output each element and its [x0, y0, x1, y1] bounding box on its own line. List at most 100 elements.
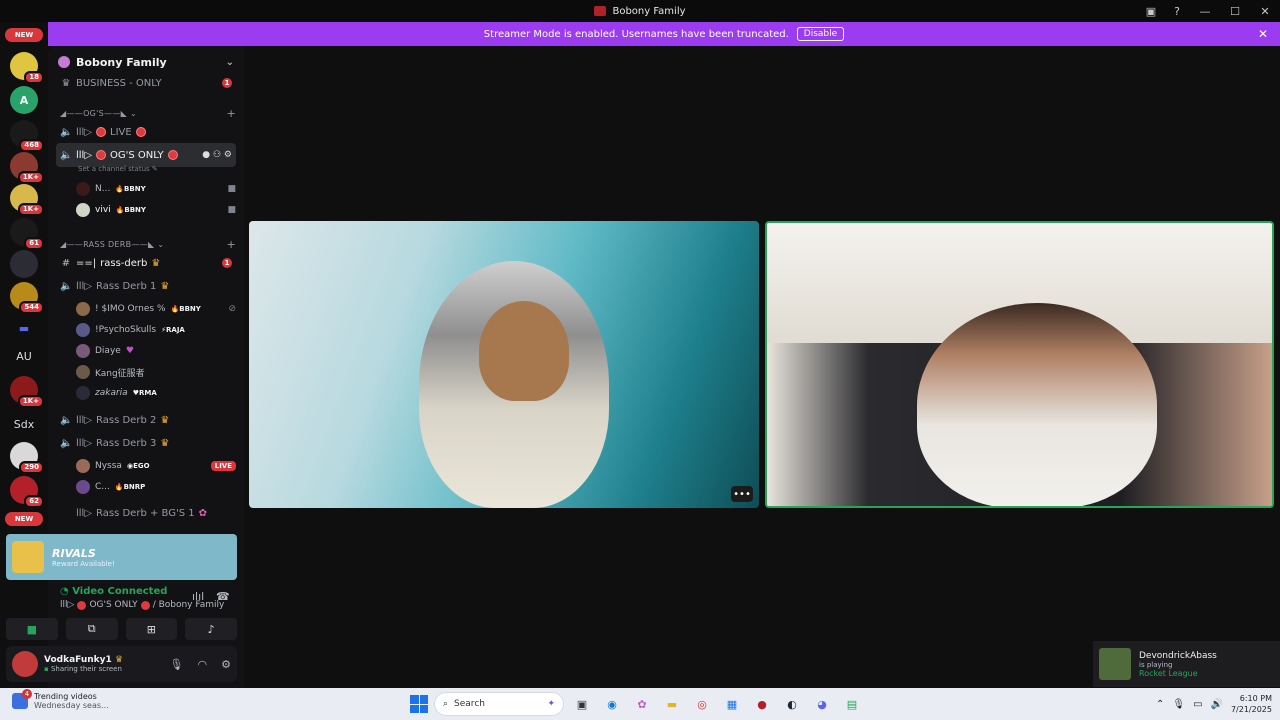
widgets-icon: 4: [12, 689, 32, 709]
voice-user[interactable]: N... 🔥BBNY ■: [76, 180, 236, 198]
chrome-icon[interactable]: ◎: [690, 692, 714, 716]
voice-connected-status[interactable]: ◔ Video Connected: [60, 586, 167, 597]
server-icon[interactable]: [10, 250, 38, 278]
server-icon[interactable]: 18: [10, 52, 44, 84]
folder-icon[interactable]: ▬: [10, 314, 38, 342]
settings-gear-icon[interactable]: ⚙: [221, 658, 231, 671]
more-options-button[interactable]: •••: [731, 486, 753, 502]
server-icon[interactable]: 1K+: [10, 152, 44, 184]
crown-icon: ♛: [151, 257, 161, 269]
server-icon[interactable]: 61: [10, 218, 44, 250]
inbox-icon[interactable]: ▣: [1138, 0, 1164, 22]
steam-icon[interactable]: ◐: [780, 692, 804, 716]
channel-rass-derb-3[interactable]: 🔈 lll▷ Rass Derb 3 ♛: [56, 434, 236, 452]
channel-business-only[interactable]: ♛ BUSINESS - ONLY 1: [56, 74, 236, 92]
video-tile-1[interactable]: •••: [249, 221, 759, 508]
server-icon: [58, 56, 70, 68]
red-dot-icon: [96, 150, 107, 160]
clock[interactable]: 6:10 PM 7/21/2025: [1231, 693, 1272, 715]
promo-title: RIVALS: [52, 546, 96, 560]
voice-user[interactable]: vivi 🔥BBNY ■: [76, 201, 236, 219]
close-banner-icon[interactable]: ✕: [1258, 27, 1268, 41]
channel-live[interactable]: 🔈 lll▷ LIVE: [56, 123, 236, 141]
store-icon[interactable]: ▦: [720, 692, 744, 716]
screen-share-button[interactable]: ⧉: [65, 618, 118, 640]
channel-actions: ● ⚇ ⚙: [202, 150, 232, 160]
voice-action-buttons: ■ ⧉ ⊞ ♪: [6, 618, 237, 640]
start-button[interactable]: [410, 695, 428, 713]
crown-icon: ♛: [61, 77, 71, 89]
soundboard-button[interactable]: ♪: [185, 618, 237, 640]
voice-user[interactable]: Diaye ♥: [76, 342, 236, 360]
promo-art-icon: [12, 541, 44, 573]
gear-icon[interactable]: ⚙: [224, 150, 232, 160]
file-explorer-icon[interactable]: ▬: [660, 692, 684, 716]
server-icon[interactable]: 1K+: [10, 376, 44, 408]
widgets-button[interactable]: 4 Trending videos Wednesday seas...: [12, 689, 109, 710]
new-server-pill[interactable]: NEW: [5, 28, 43, 42]
server-icon[interactable]: 544: [10, 282, 44, 314]
server-au[interactable]: AU: [8, 350, 40, 363]
server-icon[interactable]: A: [10, 86, 38, 114]
set-channel-status[interactable]: Set a channel status ✎: [78, 165, 158, 173]
close-window-button[interactable]: ✕: [1250, 0, 1280, 22]
category-ogs[interactable]: ◢—— OG'S ——◣ ⌄ +: [60, 106, 236, 120]
voice-user[interactable]: ! $IMO Ornes % 🔥BBNY ⊘: [76, 300, 236, 318]
voice-user[interactable]: C... 🔥BNRP: [76, 478, 236, 496]
add-channel-icon[interactable]: +: [226, 238, 236, 251]
voice-user[interactable]: Kang征服者: [76, 363, 236, 381]
channel-rass-derb-bgs[interactable]: lll▷ Rass Derb + BG'S 1 ✿: [56, 504, 236, 522]
taskbar-search[interactable]: ⌕ Search ✦: [434, 692, 564, 716]
invite-icon[interactable]: ⚇: [213, 150, 221, 160]
server-icon[interactable]: 468: [10, 120, 44, 152]
channel-rass-derb-2[interactable]: 🔈 lll▷ Rass Derb 2 ♛: [56, 411, 236, 429]
user-info[interactable]: VodkaFunky1 ♛ ▪ Sharing their screen: [44, 655, 123, 673]
avatar: [76, 365, 90, 379]
minimize-button[interactable]: —: [1190, 0, 1220, 22]
task-view-icon[interactable]: ▣: [570, 692, 594, 716]
network-icon[interactable]: ▭: [1193, 699, 1202, 710]
noise-suppression-icon[interactable]: ılıl: [192, 590, 204, 603]
red-dot-icon: [77, 600, 87, 610]
new-server-pill[interactable]: NEW: [5, 512, 43, 526]
edge-icon[interactable]: ◉: [600, 692, 624, 716]
participant-face: [479, 301, 569, 401]
voice-user[interactable]: Nyssa ◉EGO LIVE: [76, 457, 236, 475]
chat-icon[interactable]: ●: [202, 150, 210, 160]
activity-notification[interactable]: DevondrickAbass is playing Rocket League: [1093, 641, 1280, 687]
avatar[interactable]: [12, 651, 38, 677]
volume-icon[interactable]: 🔊: [1211, 699, 1223, 710]
app-red-icon[interactable]: ●: [750, 692, 774, 716]
copilot-icon[interactable]: ✿: [630, 692, 654, 716]
mic-icon[interactable]: 🎙: [170, 658, 184, 671]
channel-ogs-only[interactable]: 🔈 lll▷ OG'S ONLY ● ⚇ ⚙: [56, 143, 236, 167]
maximize-button[interactable]: ☐: [1220, 0, 1250, 22]
terminal-icon[interactable]: ▤: [840, 692, 864, 716]
server-icon[interactable]: 62: [10, 476, 44, 508]
mic-icon[interactable]: 🎙: [1172, 699, 1185, 710]
disconnect-icon[interactable]: ☎: [216, 590, 230, 603]
category-rass-derb[interactable]: ◢—— RASS DERB ——◣ ⌄ +: [60, 237, 236, 251]
headphones-icon[interactable]: ◠: [198, 658, 208, 671]
video-tile-2[interactable]: [765, 221, 1274, 508]
discord-icon[interactable]: ◕: [810, 692, 834, 716]
add-channel-icon[interactable]: +: [226, 107, 236, 120]
activity-button[interactable]: ⊞: [125, 618, 178, 640]
voice-user[interactable]: zakaria ♥RMA: [76, 384, 236, 402]
camera-button[interactable]: ■: [6, 618, 58, 640]
title-bar: Bobony Family ▣ ? — ☐ ✕: [0, 0, 1280, 22]
system-tray: ⌃ 🎙 ▭ 🔊 6:10 PM 7/21/2025: [1156, 692, 1272, 716]
disable-streamer-mode-button[interactable]: Disable: [796, 27, 845, 41]
avatar: [76, 344, 90, 358]
server-sdx[interactable]: Sdx: [8, 418, 40, 431]
help-icon[interactable]: ?: [1164, 0, 1190, 22]
rivals-promo[interactable]: RIVALS Reward Available!: [6, 534, 237, 580]
avatar: [76, 182, 90, 196]
channel-rass-derb-text[interactable]: # ==| rass-derb ♛ 1: [56, 254, 236, 272]
server-icon[interactable]: 290: [10, 442, 44, 474]
voice-user[interactable]: !PsychoSkulls ⚡RAJA: [76, 321, 236, 339]
windows-taskbar: 4 Trending videos Wednesday seas... ⌕ Se…: [0, 688, 1280, 720]
chevron-up-icon[interactable]: ⌃: [1156, 699, 1164, 710]
channel-rass-derb-1[interactable]: 🔈 lll▷ Rass Derb 1 ♛: [56, 277, 236, 295]
server-icon[interactable]: 1K+: [10, 184, 44, 216]
